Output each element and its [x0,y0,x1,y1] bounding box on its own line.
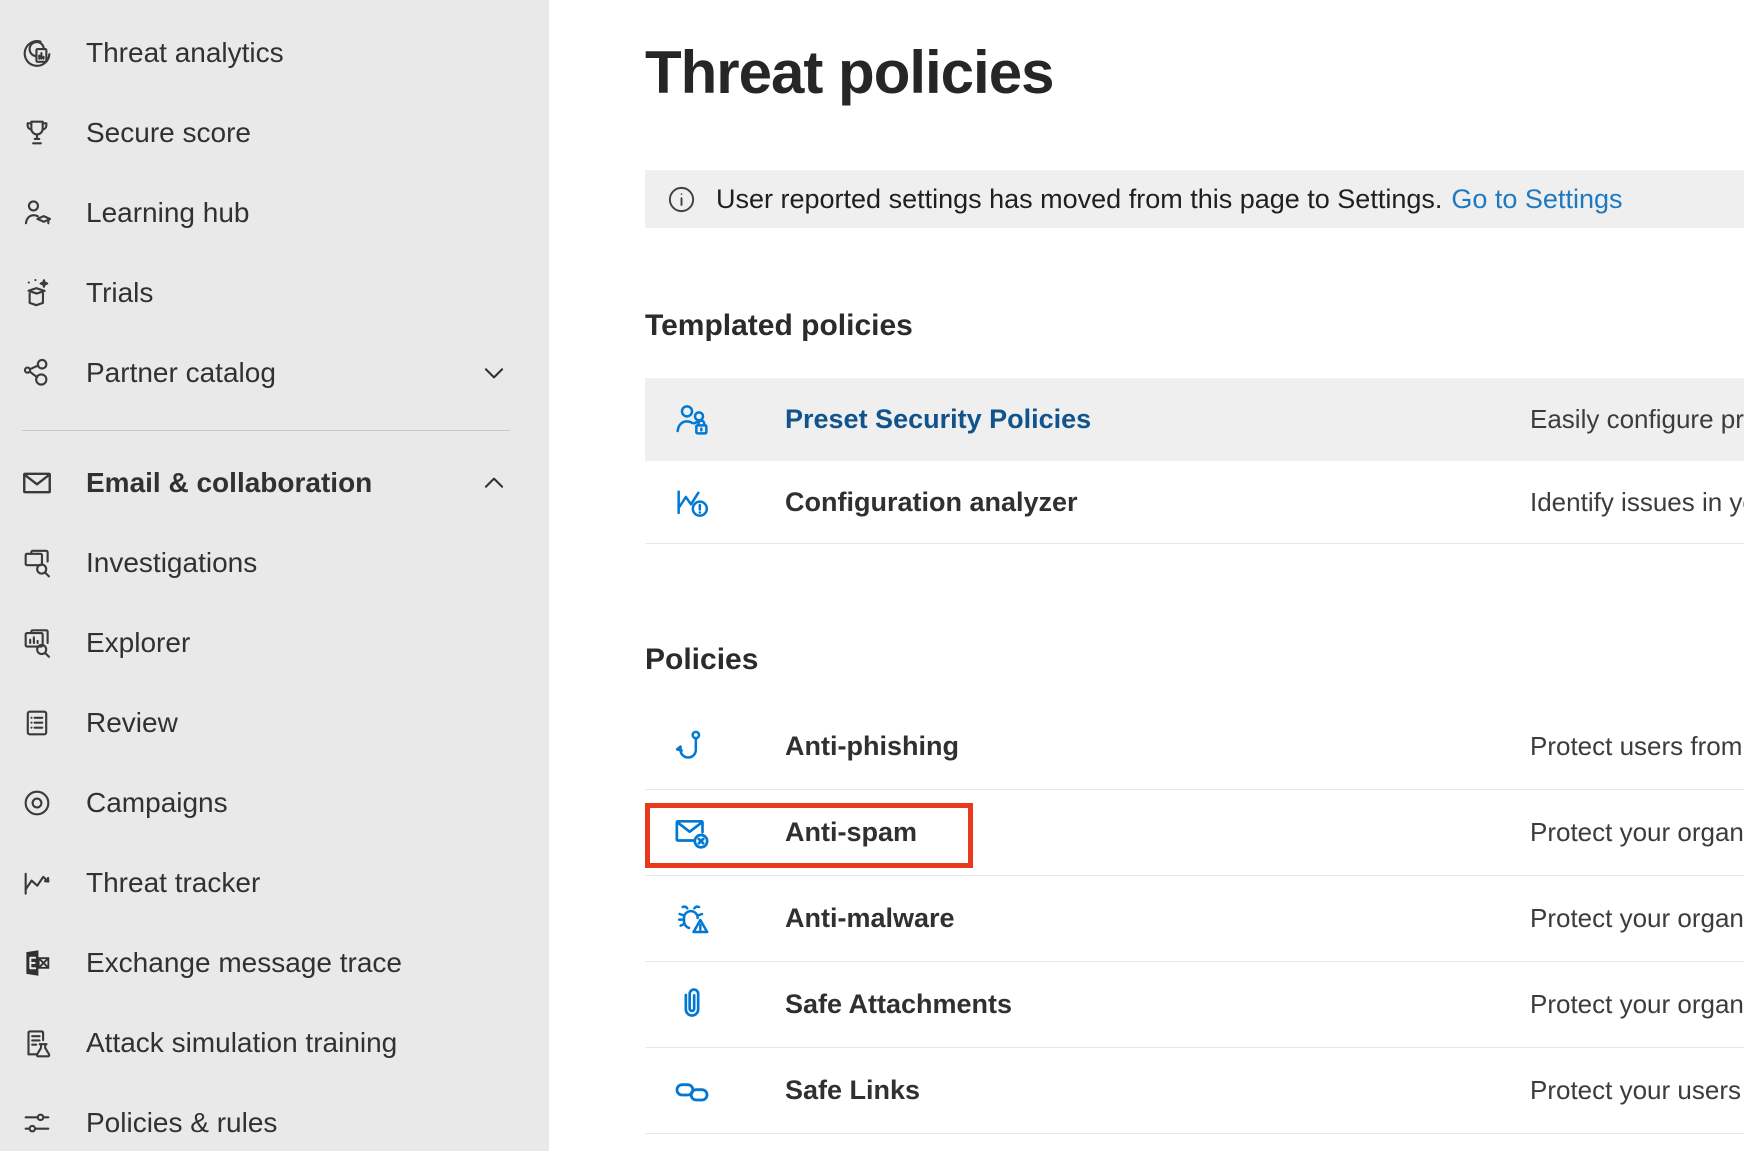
email-icon [20,466,54,500]
row-configuration-analyzer[interactable]: Configuration analyzer Identify issues i… [645,461,1744,544]
sidebar-item-investigations[interactable]: Investigations [0,523,549,603]
sidebar-item-attack-simulation-training[interactable]: Attack simulation training [0,1003,549,1083]
row-label: Safe Links [785,1075,920,1106]
sidebar-item-label: Investigations [86,547,257,579]
row-safe-links[interactable]: Safe Links Protect your users fr [645,1048,1744,1134]
policies-list: Anti-phishing Protect users from p Anti-… [645,704,1744,1134]
sidebar-item-label: Trials [86,277,153,309]
partner-catalog-icon [20,356,54,390]
sidebar-item-campaigns[interactable]: Campaigns [0,763,549,843]
info-banner: User reported settings has moved from th… [645,170,1744,228]
anti-spam-icon [672,813,712,853]
explorer-icon [20,626,54,660]
row-description: Protect your users fr [1530,1075,1744,1106]
sidebar-item-label: Partner catalog [86,357,276,389]
main-content: Threat policies User reported settings h… [549,0,1744,1151]
sidebar-item-partner-catalog[interactable]: Partner catalog [0,333,549,413]
row-description: Protect your organiz [1530,817,1744,848]
sidebar-item-label: Exchange message trace [86,947,402,979]
secure-score-icon [20,116,54,150]
row-label: Anti-phishing [785,731,959,762]
sidebar-item-label: Policies & rules [86,1107,277,1139]
threat-policies-page: { "sidebar": { "items": [ { "label": "Th… [0,0,1744,1151]
sidebar-item-label: Explorer [86,627,190,659]
exchange-message-trace-icon [20,946,54,980]
page-title: Threat policies [645,0,1744,108]
threat-analytics-icon [20,36,54,70]
row-label: Configuration analyzer [785,487,1078,518]
row-label: Anti-malware [785,903,955,934]
row-label: Safe Attachments [785,989,1012,1020]
banner-text: User reported settings has moved from th… [716,184,1442,215]
sidebar-item-label: Attack simulation training [86,1027,397,1059]
row-description: Protect your organiz [1530,989,1744,1020]
sidebar-item-label: Threat analytics [86,37,284,69]
chevron-up-icon[interactable] [479,468,509,498]
go-to-settings-link[interactable]: Go to Settings [1451,184,1622,215]
sidebar-item-threat-tracker[interactable]: Threat tracker [0,843,549,923]
sidebar-item-trials[interactable]: Trials [0,253,549,333]
threat-tracker-icon [20,866,54,900]
row-label: Anti-spam [785,817,917,848]
sidebar-item-label: Review [86,707,178,739]
sidebar-item-secure-score[interactable]: Secure score [0,93,549,173]
sidebar-item-label: Secure score [86,117,251,149]
sidebar-section-email-collaboration[interactable]: Email & collaboration [0,443,549,523]
info-icon [666,184,697,215]
campaigns-icon [20,786,54,820]
sidebar-section-label: Email & collaboration [86,467,372,499]
sidebar: Threat analytics Secure score Learning h… [0,0,549,1151]
row-description: Identify issues in you [1530,487,1744,518]
sidebar-item-learning-hub[interactable]: Learning hub [0,173,549,253]
row-anti-phishing[interactable]: Anti-phishing Protect users from p [645,704,1744,790]
review-icon [20,706,54,740]
safe-attachments-icon [672,985,712,1025]
safe-links-icon [672,1071,712,1111]
templated-policies-list: Preset Security Policies Easily configur… [645,378,1744,544]
sidebar-item-label: Threat tracker [86,867,260,899]
sidebar-item-threat-analytics[interactable]: Threat analytics [0,13,549,93]
learning-hub-icon [20,196,54,230]
row-description: Easily configure prot [1530,404,1744,435]
trials-icon [20,276,54,310]
chevron-down-icon[interactable] [479,358,509,388]
row-safe-attachments[interactable]: Safe Attachments Protect your organiz [645,962,1744,1048]
sidebar-item-policies-rules[interactable]: Policies & rules [0,1083,549,1163]
row-anti-malware[interactable]: Anti-malware Protect your organiz [645,876,1744,962]
configuration-analyzer-icon [672,482,712,522]
sidebar-item-label: Campaigns [86,787,228,819]
policies-heading: Policies [645,640,1744,680]
sidebar-item-review[interactable]: Review [0,683,549,763]
preset-security-policies-icon [672,400,712,440]
row-description: Protect users from p [1530,731,1744,762]
row-description: Protect your organiz [1530,903,1744,934]
row-label: Preset Security Policies [785,404,1091,435]
policies-rules-icon [20,1106,54,1140]
investigations-icon [20,546,54,580]
anti-malware-icon [672,899,712,939]
sidebar-item-explorer[interactable]: Explorer [0,603,549,683]
sidebar-item-label: Learning hub [86,197,249,229]
sidebar-divider [22,430,510,431]
row-preset-security-policies[interactable]: Preset Security Policies Easily configur… [645,378,1744,461]
row-anti-spam[interactable]: Anti-spam Protect your organiz [645,790,1744,876]
attack-simulation-training-icon [20,1026,54,1060]
anti-phishing-icon [672,727,712,767]
sidebar-item-exchange-message-trace[interactable]: Exchange message trace [0,923,549,1003]
templated-policies-heading: Templated policies [645,306,1744,346]
